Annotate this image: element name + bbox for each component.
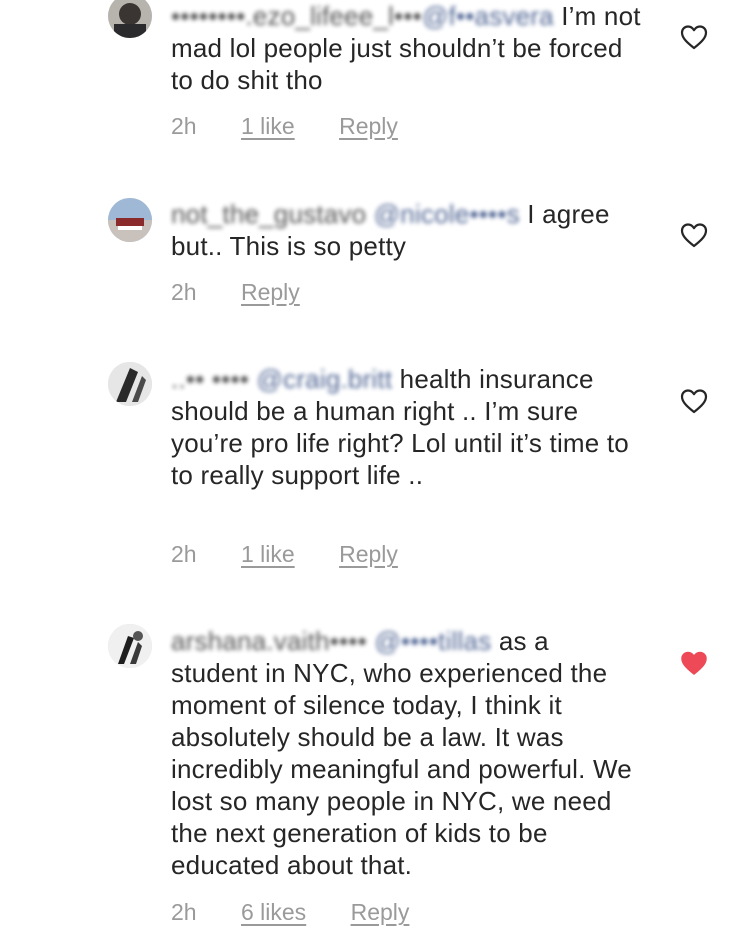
- comment-meta: 2h Reply: [171, 279, 338, 309]
- heart-outline-icon[interactable]: [680, 222, 708, 248]
- comment-username[interactable]: not_the_gustavo: [171, 199, 366, 229]
- comment-body: as a student in NYC, who experienced the…: [171, 626, 632, 880]
- comment-text: not_the_gustavo @nicole••••s I agree but…: [171, 198, 641, 262]
- heart-outline-icon[interactable]: [680, 388, 708, 414]
- reply-button[interactable]: Reply: [241, 279, 300, 305]
- reply-button[interactable]: Reply: [351, 899, 410, 925]
- reply-button[interactable]: Reply: [339, 113, 398, 139]
- likes-count-link[interactable]: 6 likes: [241, 899, 306, 925]
- avatar[interactable]: [108, 362, 152, 406]
- comment-meta: 2h 1 like Reply: [171, 541, 436, 571]
- comment-meta: 2h 1 like Reply: [171, 113, 436, 143]
- avatar[interactable]: [108, 624, 152, 668]
- avatar[interactable]: [108, 198, 152, 242]
- mention-link[interactable]: @nicole••••s: [374, 199, 520, 229]
- comment-username[interactable]: ••••••••.ezo_lifeee_l•••: [171, 1, 422, 31]
- heart-outline-icon[interactable]: [680, 24, 708, 50]
- timestamp: 2h: [171, 113, 197, 139]
- comment-username[interactable]: ..•• ••••: [171, 364, 249, 394]
- avatar[interactable]: [108, 0, 152, 38]
- comment-meta: 2h 6 likes Reply: [171, 899, 447, 929]
- likes-count-link[interactable]: 1 like: [241, 113, 295, 139]
- mention-link[interactable]: @••••tillas: [374, 626, 491, 656]
- comment-text: ••••••••.ezo_lifeee_l•••@f••asvera I’m n…: [171, 0, 641, 96]
- timestamp: 2h: [171, 541, 197, 567]
- comment-text: arshana.vaith•••• @••••tillas as a stude…: [171, 625, 641, 881]
- mention-link[interactable]: @f••asvera: [422, 1, 554, 31]
- mention-link[interactable]: @craig.britt: [257, 364, 393, 394]
- comment-username[interactable]: arshana.vaith••••: [171, 626, 367, 656]
- comment-text: ..•• •••• @craig.britt health insurance …: [171, 363, 641, 491]
- likes-count-link[interactable]: 1 like: [241, 541, 295, 567]
- reply-button[interactable]: Reply: [339, 541, 398, 567]
- timestamp: 2h: [171, 279, 197, 305]
- heart-filled-icon[interactable]: [680, 650, 708, 676]
- timestamp: 2h: [171, 899, 197, 925]
